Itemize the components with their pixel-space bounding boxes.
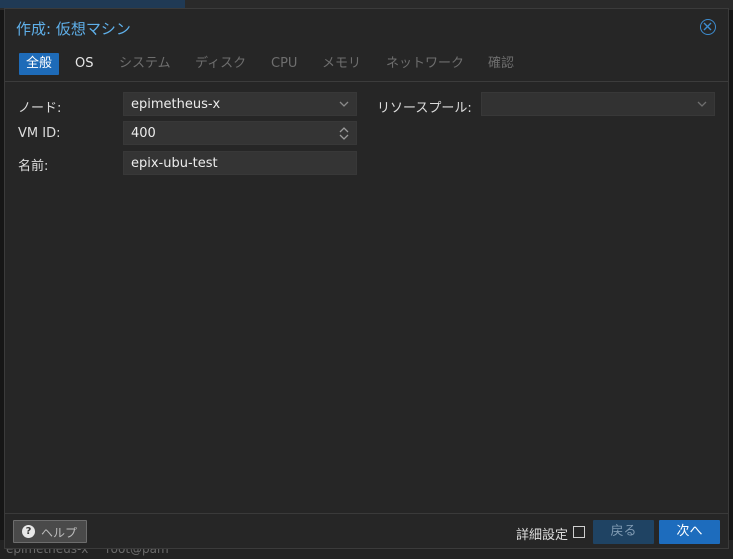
spinner-updown-icon[interactable]: [338, 126, 350, 141]
tab-disk[interactable]: ディスク: [188, 53, 253, 75]
tab-system[interactable]: システム: [112, 53, 178, 75]
back-button[interactable]: 戻る: [593, 520, 654, 544]
close-button[interactable]: [700, 19, 716, 35]
help-button[interactable]: ? ヘルプ: [13, 520, 87, 543]
tab-memory[interactable]: メモリ: [315, 53, 368, 75]
vmid-label: VM ID:: [18, 126, 61, 141]
create-vm-dialog: 作成: 仮想マシン 全般 OS システム ディスク CPU メモリ ネットワーク…: [4, 8, 729, 549]
dialog-title: 作成: 仮想マシン: [16, 20, 131, 38]
advanced-label: 詳細設定: [516, 528, 569, 543]
wizard-tab-bar: 全般 OS システム ディスク CPU メモリ ネットワーク 確認: [5, 49, 728, 82]
tab-confirm[interactable]: 確認: [481, 53, 521, 75]
advanced-checkbox[interactable]: [573, 526, 585, 538]
tab-network[interactable]: ネットワーク: [379, 53, 471, 75]
name-value: epix-ubu-test: [131, 156, 218, 171]
chevron-down-icon: [339, 101, 349, 107]
name-input[interactable]: epix-ubu-test: [123, 151, 357, 175]
vmid-value: 400: [131, 126, 156, 141]
next-button[interactable]: 次へ: [659, 520, 720, 544]
tab-cpu[interactable]: CPU: [264, 53, 304, 75]
node-label: ノード:: [18, 101, 62, 116]
help-button-label: ヘルプ: [41, 526, 78, 540]
node-select[interactable]: epimetheus-x: [123, 92, 357, 116]
resource-pool-label: リソースプール:: [377, 101, 472, 116]
tab-os[interactable]: OS: [68, 53, 100, 75]
close-icon: [703, 22, 712, 31]
question-circle-icon: ?: [22, 525, 35, 538]
dialog-header: 作成: 仮想マシン: [5, 9, 728, 49]
name-label: 名前:: [18, 159, 49, 174]
dialog-footer: ? ヘルプ 詳細設定 戻る 次へ: [5, 513, 728, 549]
background-selected-item: [0, 0, 185, 8]
resource-pool-select[interactable]: [481, 92, 715, 116]
chevron-down-icon: [697, 101, 707, 107]
vmid-spinner[interactable]: 400: [123, 121, 357, 145]
tab-general[interactable]: 全般: [19, 53, 60, 75]
node-value: epimetheus-x: [131, 97, 221, 112]
